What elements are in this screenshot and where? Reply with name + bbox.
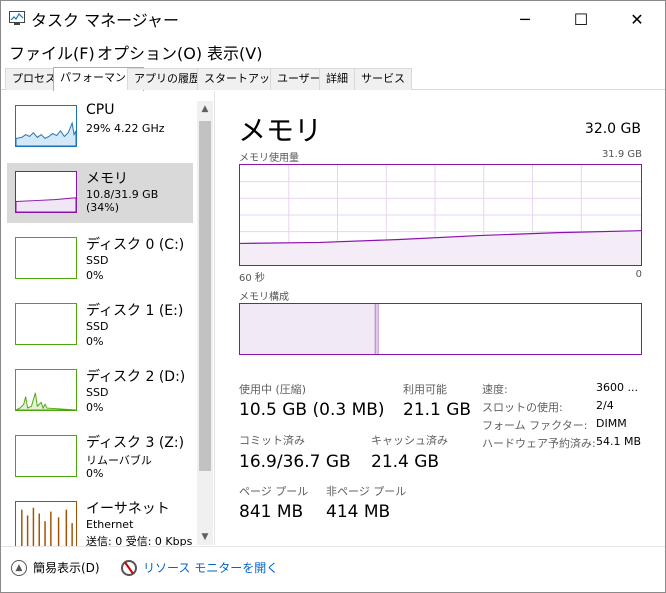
resource-item-disk-0[interactable]: ディスク 0 (C:) SSD 0% xyxy=(7,229,193,289)
item-usage: 0% xyxy=(86,335,104,348)
page-title: メモリ xyxy=(238,114,323,147)
window-title: タスク マネージャー xyxy=(31,11,179,30)
paged-pool-label: ページ プール xyxy=(239,485,309,498)
tab-services[interactable]: サービス xyxy=(354,68,412,90)
fewer-details-button[interactable]: ▲ 簡易表示(D) xyxy=(11,559,100,576)
chevron-up-icon: ▲ xyxy=(11,559,27,576)
ethernet-thumbnail-graph xyxy=(15,501,77,549)
item-name: ディスク 3 (Z:) xyxy=(86,435,185,451)
task-manager-icon xyxy=(9,11,25,25)
resource-item-disk-3[interactable]: ディスク 3 (Z:) リムーバブル 0% xyxy=(7,427,193,487)
item-detail: 10.8/31.9 GB (34%) xyxy=(86,188,159,214)
memory-usage-graph xyxy=(239,164,642,266)
scroll-up-icon[interactable]: ▲ xyxy=(197,101,213,117)
hardware-reserved-value: 54.1 MB xyxy=(596,435,642,448)
title-bar[interactable]: タスク マネージャー ─ ☐ ✕ xyxy=(1,1,665,37)
close-icon: ✕ xyxy=(630,9,644,29)
committed-value: 16.9/36.7 GB xyxy=(239,452,351,472)
scrollbar-thumb[interactable] xyxy=(199,121,211,471)
item-detail: 29% 4.22 GHz xyxy=(86,122,165,135)
speed-value: 3600 ... xyxy=(596,381,638,394)
item-name: ディスク 2 (D:) xyxy=(86,369,186,385)
item-name: CPU xyxy=(86,102,115,118)
graph-time-right: 0 xyxy=(635,269,642,280)
nonpaged-pool-value: 414 MB xyxy=(326,502,391,522)
menu-bar: ファイル(F) オプション(O) 表示(V) xyxy=(1,37,665,65)
committed-label: コミット済み xyxy=(239,434,305,447)
in-use-label: 使用中 (圧縮) xyxy=(239,383,307,396)
item-name: イーサネット xyxy=(86,501,170,517)
item-detail: SSD xyxy=(86,320,109,333)
graph-time-left: 60 秒 xyxy=(239,273,265,284)
footer-bar: ▲ 簡易表示(D) リソース モニターを開く xyxy=(1,546,665,592)
item-usage: 0% xyxy=(86,467,104,480)
item-name: ディスク 1 (E:) xyxy=(86,303,184,319)
menu-view[interactable]: 表示(V) xyxy=(207,40,262,64)
memory-composition-bar xyxy=(239,303,642,355)
tab-bar: プロセス パフォーマンス アプリの履歴 スタートアップ ユーザー 詳細 サービス xyxy=(1,67,665,91)
item-name: メモリ xyxy=(86,171,128,187)
maximize-button[interactable]: ☐ xyxy=(553,1,609,37)
memory-total: 32.0 GB xyxy=(584,121,641,137)
resource-list-scrollbar[interactable]: ▲ ▼ xyxy=(197,101,213,545)
open-resource-monitor-link[interactable]: リソース モニターを開く xyxy=(121,559,278,576)
maximize-icon: ☐ xyxy=(573,9,589,29)
minimize-icon: ─ xyxy=(520,9,530,29)
resource-item-cpu[interactable]: CPU 29% 4.22 GHz xyxy=(7,97,193,157)
available-value: 21.1 GB xyxy=(403,400,472,420)
resource-item-ethernet[interactable]: イーサネット Ethernet 送信: 0 受信: 0 Kbps xyxy=(7,493,193,553)
nonpaged-pool-label: 非ページ プール xyxy=(326,485,407,498)
slots-value: 2/4 xyxy=(596,399,614,412)
fewer-details-label: 簡易表示(D) xyxy=(33,561,100,575)
form-factor-label: フォーム ファクター: xyxy=(482,419,588,432)
paged-pool-value: 841 MB xyxy=(239,502,304,522)
slots-label: スロットの使用: xyxy=(482,401,563,414)
item-usage: 0% xyxy=(86,269,104,282)
disk-3-thumbnail-graph xyxy=(15,435,77,477)
usage-graph-label: メモリ使用量 xyxy=(239,153,299,164)
cpu-thumbnail-graph xyxy=(15,105,77,147)
composition-graph-label: メモリ構成 xyxy=(239,292,289,303)
item-usage: 0% xyxy=(86,401,104,414)
in-use-value: 10.5 GB (0.3 MB) xyxy=(239,400,385,420)
form-factor-value: DIMM xyxy=(596,417,627,430)
resource-item-memory[interactable]: メモリ 10.8/31.9 GB (34%) xyxy=(7,163,193,223)
disk-1-thumbnail-graph xyxy=(15,303,77,345)
speed-label: 速度: xyxy=(482,383,508,396)
cached-value: 21.4 GB xyxy=(371,452,440,472)
disk-0-thumbnail-graph xyxy=(15,237,77,279)
item-name: ディスク 0 (C:) xyxy=(86,237,185,253)
tab-details[interactable]: 詳細 xyxy=(319,68,355,90)
resource-monitor-label: リソース モニターを開く xyxy=(143,561,279,575)
resource-monitor-icon xyxy=(121,559,137,576)
memory-detail-panel: メモリ 32.0 GB メモリ使用量 31.9 GB 60 秒 0 メモリ構成 xyxy=(216,91,665,545)
available-label: 利用可能 xyxy=(403,383,447,396)
menu-options[interactable]: オプション(O) xyxy=(97,40,202,64)
resource-item-disk-1[interactable]: ディスク 1 (E:) SSD 0% xyxy=(7,295,193,355)
item-detail: リムーバブル xyxy=(86,454,152,467)
memory-thumbnail-graph xyxy=(15,171,77,213)
resource-list: CPU 29% 4.22 GHz メモリ 10.8/31.9 GB (34%) … xyxy=(1,91,215,549)
cached-label: キャッシュ済み xyxy=(371,434,448,447)
tab-app-history[interactable]: アプリの履歴 xyxy=(127,68,207,90)
menu-file[interactable]: ファイル(F) xyxy=(9,40,95,64)
usage-graph-max: 31.9 GB xyxy=(601,149,642,160)
hardware-reserved-label: ハードウェア予約済み: xyxy=(482,437,596,450)
scroll-down-icon[interactable]: ▼ xyxy=(197,529,213,545)
resource-item-disk-2[interactable]: ディスク 2 (D:) SSD 0% xyxy=(7,361,193,421)
item-detail: SSD xyxy=(86,386,109,399)
item-detail: SSD xyxy=(86,254,109,267)
task-manager-window: タスク マネージャー ─ ☐ ✕ ファイル(F) オプション(O) 表示(V) … xyxy=(0,0,666,593)
close-button[interactable]: ✕ xyxy=(609,1,665,37)
disk-2-thumbnail-graph xyxy=(15,369,77,411)
minimize-button[interactable]: ─ xyxy=(497,1,553,37)
item-detail: Ethernet xyxy=(86,518,134,531)
